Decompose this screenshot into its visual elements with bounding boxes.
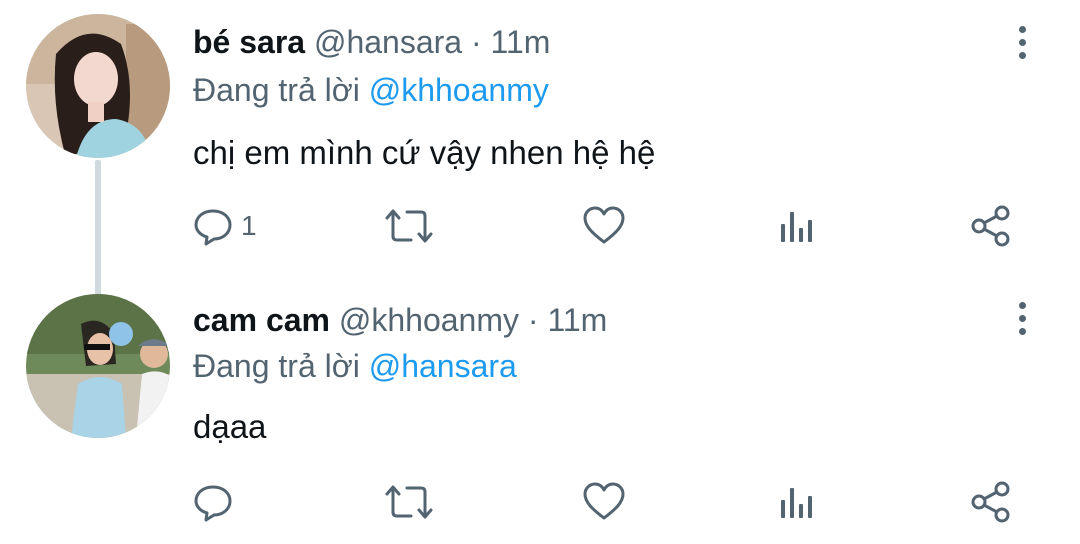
vertical-ellipsis-icon [1018, 301, 1026, 309]
tweet-header: bé sara @hansara · 11m [193, 22, 550, 62]
reply-prefix: Đang trả lời [193, 348, 360, 384]
heart-outline-icon [583, 482, 625, 520]
separator-dot: · [527, 302, 539, 338]
like-button[interactable] [582, 201, 626, 251]
replying-to: Đang trả lời @hansara [193, 346, 517, 386]
reply-button[interactable] [193, 477, 241, 527]
share-nodes-icon [971, 481, 1010, 523]
reply-prefix: Đang trả lời [193, 72, 360, 108]
more-options-button[interactable] [1008, 298, 1036, 338]
more-options-button[interactable] [1008, 22, 1036, 62]
tweet[interactable]: bé sara @hansara · 11m Đang trả lời @khh… [0, 0, 1080, 296]
avatar-photo [26, 14, 170, 158]
reply-button[interactable]: 1 [193, 201, 257, 251]
avatar[interactable] [26, 14, 170, 158]
comment-bubble-icon [194, 209, 232, 246]
share-button[interactable] [970, 201, 1014, 251]
timestamp[interactable]: 11m [547, 302, 607, 338]
retweet-button[interactable] [385, 201, 433, 251]
mention-link[interactable]: @khhoanmy [369, 72, 549, 108]
share-button[interactable] [970, 477, 1014, 527]
tweet-header: cam cam @khhoanmy · 11m [193, 300, 607, 340]
user-handle[interactable]: @khhoanmy [339, 302, 519, 338]
retweet-arrows-icon [385, 485, 433, 519]
heart-outline-icon [583, 206, 625, 244]
replying-to: Đang trả lời @khhoanmy [193, 70, 549, 110]
tweet-text: dạaa [193, 408, 267, 445]
mention-link[interactable]: @hansara [369, 348, 517, 384]
separator-dot: · [470, 24, 482, 60]
share-nodes-icon [971, 205, 1010, 247]
action-bar [0, 477, 1080, 527]
action-bar: 1 [0, 201, 1080, 251]
tweet-text: chị em mình cứ vậy nhen hệ hệ [193, 134, 656, 171]
views-button[interactable] [776, 477, 816, 527]
timestamp[interactable]: 11m [491, 24, 551, 60]
bar-chart-icon [781, 212, 812, 242]
tweet[interactable]: cam cam @khhoanmy · 11m Đang trả lời @ha… [0, 290, 1080, 544]
retweet-arrows-icon [385, 209, 433, 243]
bar-chart-icon [781, 488, 812, 518]
like-button[interactable] [582, 477, 626, 527]
display-name[interactable]: cam cam [193, 302, 330, 338]
avatar-photo [26, 294, 170, 438]
user-handle[interactable]: @hansara [314, 24, 462, 60]
comment-bubble-icon [194, 485, 232, 522]
views-button[interactable] [776, 201, 816, 251]
reply-count: 1 [241, 210, 257, 241]
retweet-button[interactable] [385, 477, 433, 527]
avatar[interactable] [26, 294, 170, 438]
vertical-ellipsis-icon [1018, 25, 1026, 33]
display-name[interactable]: bé sara [193, 24, 305, 60]
